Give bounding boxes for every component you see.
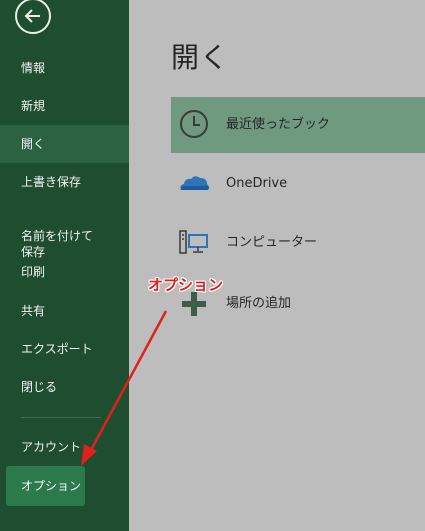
nav-share-label: 共有 [21, 304, 46, 318]
nav-close[interactable]: 閉じる [0, 379, 129, 395]
clock-icon [180, 110, 208, 138]
sidebar-divider [21, 417, 101, 418]
location-onedrive[interactable]: OneDrive [171, 156, 425, 212]
nav-save[interactable]: 上書き保存 [0, 174, 129, 190]
backstage-sidebar: 情報 新規 開く 上書き保存 名前を付けて 保存 印刷 共有 エクスポート 閉じ… [0, 0, 129, 531]
open-pane: 開く 最近使ったブック OneDrive コンピューター 場所の追加 [129, 0, 425, 531]
nav-share[interactable]: 共有 [0, 303, 129, 319]
nav-export-label: エクスポート [21, 342, 93, 356]
nav-save-as[interactable]: 名前を付けて 保存 [0, 212, 129, 259]
nav-options[interactable]: オプション [6, 466, 85, 506]
nav-account-label: アカウント [21, 440, 82, 454]
nav-save-label: 上書き保存 [21, 175, 82, 189]
nav-print-label: 印刷 [21, 265, 46, 279]
page-title: 開く [171, 41, 230, 74]
nav-print[interactable]: 印刷 [0, 264, 129, 280]
backstage-view: 情報 新規 開く 上書き保存 名前を付けて 保存 印刷 共有 エクスポート 閉じ… [0, 0, 425, 531]
nav-save-as-label: 名前を付けて 保存 [21, 229, 94, 259]
nav-close-label: 閉じる [21, 380, 58, 394]
nav-export[interactable]: エクスポート [0, 341, 129, 357]
location-add-label: 場所の追加 [226, 296, 292, 311]
back-button[interactable] [15, 0, 51, 34]
nav-new-label: 新規 [21, 99, 46, 113]
location-recent-label: 最近使ったブック [226, 117, 331, 132]
nav-open-label: 開く [21, 137, 46, 151]
location-computer[interactable]: コンピューター [171, 215, 425, 271]
nav-info[interactable]: 情報 [0, 60, 129, 76]
nav-new[interactable]: 新規 [0, 98, 129, 114]
annotation-callout: オプション [148, 276, 224, 294]
arrow-left-icon [24, 9, 40, 23]
nav-options-label: オプション [21, 479, 82, 493]
location-recent[interactable]: 最近使ったブック [171, 97, 425, 153]
location-onedrive-label: OneDrive [226, 176, 288, 191]
computer-icon [179, 230, 208, 254]
nav-open[interactable]: 開く [0, 125, 129, 163]
nav-info-label: 情報 [21, 61, 46, 75]
nav-account[interactable]: アカウント [0, 439, 129, 455]
location-computer-label: コンピューター [226, 235, 318, 250]
onedrive-cloud-icon [180, 176, 209, 190]
